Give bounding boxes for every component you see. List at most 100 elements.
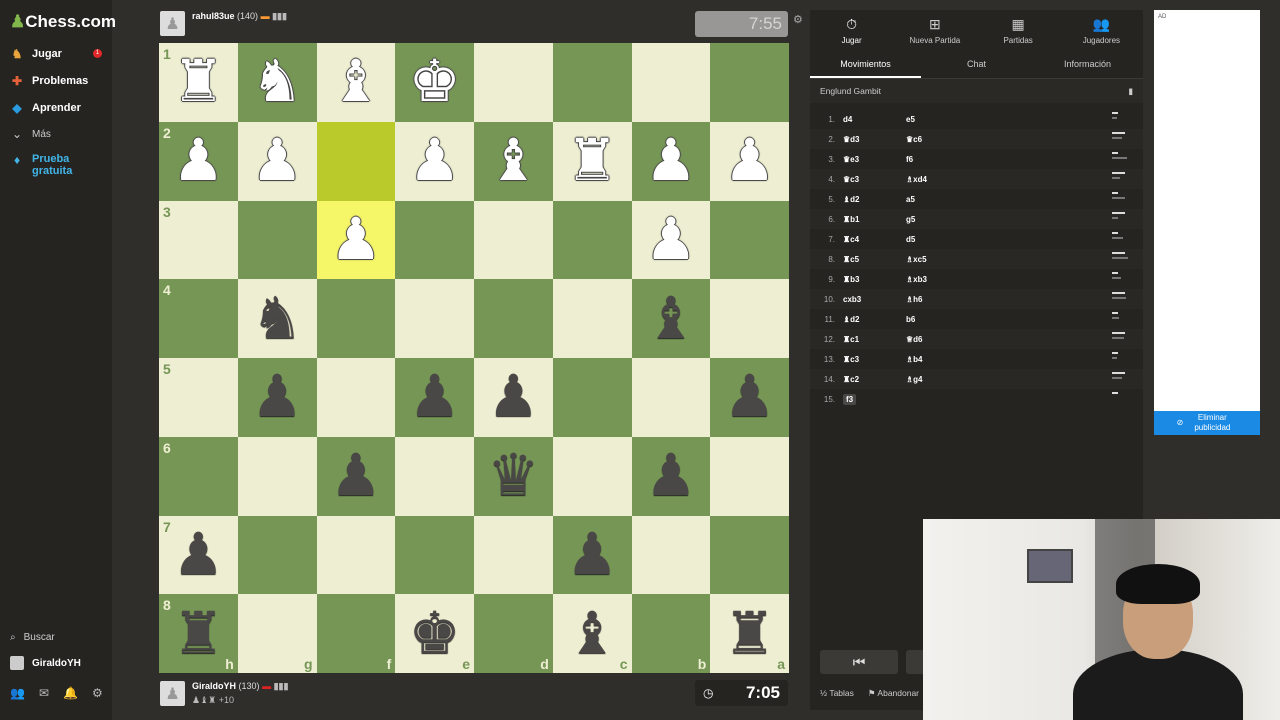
black-move[interactable]: e5 — [906, 115, 966, 124]
white-pawn-piece[interactable]: ♟ — [172, 132, 224, 190]
board-square[interactable] — [631, 358, 711, 437]
board-square[interactable] — [552, 279, 632, 358]
chessboard[interactable]: ♜ 1 ♞ ♝ ♚ ♟ 2 ♟ ♟ ♝ ♜ ♟ ♟ 3 ♟ ♟ 4 ♞ ♝ 5 ♟ ♟ ♟ ♟ 6 ♟ ♛ ♟ ♟ 7 ♟ ♜ 8 h g f ♚ e d ♝… — [159, 43, 789, 673]
board-square[interactable] — [395, 279, 474, 358]
white-pawn-piece[interactable]: ♟ — [645, 210, 697, 269]
tab-nueva-partida[interactable]: ⊞ Nueva Partida — [893, 10, 976, 50]
board-square[interactable]: ♜ — [552, 121, 632, 201]
bottom-player-name[interactable]: GiraldoYH — [192, 681, 236, 691]
search-button[interactable]: ⌕ Buscar — [10, 632, 55, 643]
black-move[interactable]: ♗xd4 — [906, 175, 966, 184]
black-pawn-piece[interactable]: ♟ — [487, 368, 539, 426]
white-move[interactable]: ♛d3 — [843, 135, 906, 144]
board-square[interactable]: ♛ — [474, 436, 553, 516]
subtab-informacion[interactable]: Información — [1032, 50, 1143, 78]
black-pawn-piece[interactable]: ♟ — [724, 368, 776, 426]
top-player-name[interactable]: rahul83ue — [192, 11, 235, 21]
bell-icon[interactable]: 🔔 — [63, 686, 78, 700]
board-square[interactable]: ♟ — [710, 121, 789, 201]
board-square[interactable] — [237, 515, 317, 595]
board-square[interactable] — [710, 515, 789, 595]
board-square[interactable] — [552, 43, 632, 122]
white-move[interactable]: ♜b1 — [843, 215, 906, 224]
white-bishop-piece[interactable]: ♝ — [487, 132, 539, 190]
white-move[interactable]: ♝d2 — [843, 195, 906, 204]
board-square[interactable]: ♞ — [237, 43, 317, 122]
white-move[interactable]: ♜c1 — [843, 335, 906, 344]
white-move[interactable]: ♜c2 — [843, 375, 906, 384]
board-square[interactable]: ♟ 2 — [159, 121, 238, 201]
board-square[interactable] — [316, 121, 396, 201]
user-profile-link[interactable]: GiraldoYH — [10, 656, 81, 670]
white-move[interactable]: ♛c3 — [843, 175, 906, 184]
black-knight-piece[interactable]: ♞ — [251, 289, 303, 348]
board-square[interactable] — [552, 358, 632, 437]
friends-icon[interactable]: 👥 — [10, 686, 25, 700]
subtab-movimientos[interactable]: Movimientos — [810, 50, 921, 78]
black-pawn-piece[interactable]: ♟ — [251, 368, 303, 426]
white-pawn-piece[interactable]: ♟ — [330, 210, 382, 269]
black-move[interactable]: a5 — [906, 195, 966, 204]
resign-button[interactable]: ⚑ Abandonar — [868, 688, 919, 699]
board-square[interactable] — [710, 200, 789, 280]
black-move[interactable]: d5 — [906, 235, 966, 244]
black-pawn-piece[interactable]: ♟ — [409, 368, 461, 426]
board-square[interactable]: ♞ — [237, 279, 317, 358]
board-square[interactable]: 4 — [159, 279, 238, 358]
black-bishop-piece[interactable]: ♝ — [566, 604, 618, 663]
top-player-avatar[interactable]: ♟ — [160, 11, 185, 36]
board-square[interactable]: ♝ — [631, 279, 711, 358]
board-square[interactable]: ♟ — [552, 515, 632, 595]
black-pawn-piece[interactable]: ♟ — [330, 447, 382, 505]
board-square[interactable]: ♝ — [474, 121, 553, 201]
white-pawn-piece[interactable]: ♟ — [645, 132, 697, 190]
board-square[interactable] — [395, 200, 474, 280]
black-move[interactable]: ♗h6 — [906, 295, 966, 304]
board-square[interactable]: ♜ a — [710, 594, 789, 673]
black-move[interactable]: f6 — [906, 155, 966, 164]
board-square[interactable] — [316, 515, 396, 595]
book-icon[interactable]: ▮ — [1128, 86, 1133, 97]
chess-logo[interactable]: ♟Chess.com — [10, 12, 116, 32]
black-move[interactable]: ♗g4 — [906, 375, 966, 384]
white-move[interactable]: ♜c3 — [843, 355, 906, 364]
board-square[interactable]: ♟ — [474, 358, 553, 437]
board-square[interactable]: ♚ — [395, 43, 474, 122]
white-move[interactable]: ♜c5 — [843, 255, 906, 264]
white-pawn-piece[interactable]: ♟ — [251, 132, 303, 190]
black-rook-piece[interactable]: ♜ — [724, 604, 776, 663]
board-square[interactable]: ♟ — [710, 358, 789, 437]
board-square[interactable] — [631, 43, 711, 122]
board-square[interactable]: ♟ — [237, 121, 317, 201]
board-square[interactable]: b — [631, 594, 711, 673]
board-square[interactable] — [710, 43, 789, 122]
sidebar-item-prueba-gratuita[interactable]: ♦ Prueba gratuita — [10, 153, 87, 177]
board-square[interactable]: 6 — [159, 436, 238, 516]
sidebar-item-mas[interactable]: ⌄ Más — [10, 127, 51, 141]
board-square[interactable]: ♟ — [631, 200, 711, 280]
tab-partidas[interactable]: ▦ Partidas — [977, 10, 1060, 50]
board-square[interactable] — [395, 515, 474, 595]
board-square[interactable]: ♟ — [316, 436, 396, 516]
white-move[interactable]: ♜c4 — [843, 235, 906, 244]
black-move[interactable]: b6 — [906, 315, 966, 324]
board-square[interactable] — [316, 279, 396, 358]
white-move[interactable]: ♛e3 — [843, 155, 906, 164]
board-square[interactable] — [474, 279, 553, 358]
black-move[interactable]: ♕d6 — [906, 335, 966, 344]
board-square[interactable]: d — [474, 594, 553, 673]
opening-name[interactable]: Englund Gambit — [820, 86, 881, 96]
board-square[interactable] — [474, 515, 553, 595]
sidebar-item-problemas[interactable]: ✚ Problemas — [10, 74, 88, 88]
remove-ads-button[interactable]: ⊘ Eliminar publicidad — [1154, 411, 1260, 435]
board-square[interactable]: f — [316, 594, 396, 673]
white-rook-piece[interactable]: ♜ — [566, 132, 618, 190]
white-rook-piece[interactable]: ♜ — [172, 53, 224, 111]
board-square[interactable] — [710, 279, 789, 358]
board-square[interactable]: ♟ — [237, 358, 317, 437]
white-move[interactable]: ♝d2 — [843, 315, 906, 324]
black-queen-piece[interactable]: ♛ — [487, 447, 539, 505]
board-square[interactable]: ♟ 7 — [159, 515, 238, 595]
board-square[interactable]: 3 — [159, 200, 238, 280]
board-square[interactable] — [552, 436, 632, 516]
